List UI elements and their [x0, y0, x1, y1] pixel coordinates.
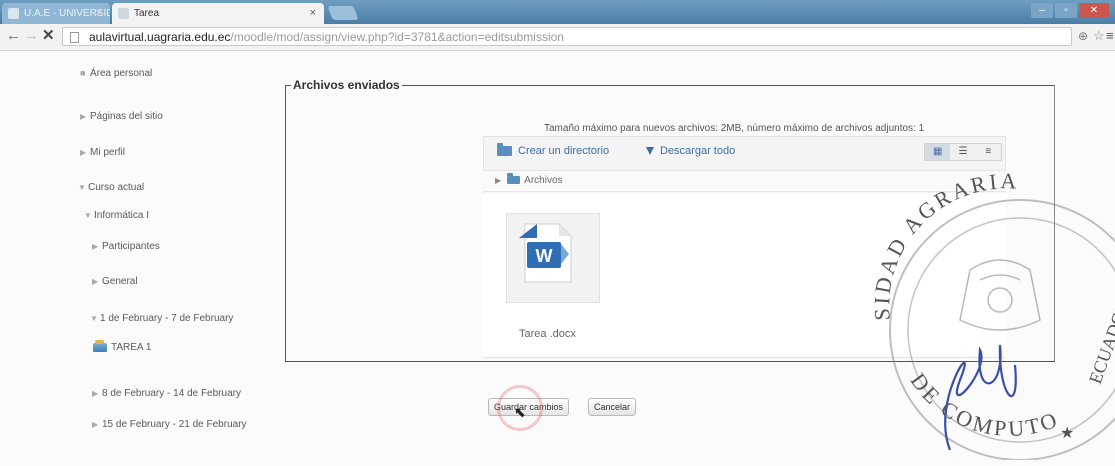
- chevron-right-icon: ▶: [80, 148, 87, 157]
- sidebar-item-label: Área personal: [90, 68, 153, 79]
- sidebar-item-paginas[interactable]: ▶ Páginas del sitio: [80, 111, 163, 122]
- chevron-right-icon: ▶: [80, 112, 87, 121]
- assignment-icon: [93, 339, 107, 352]
- url-host: aulavirtual.uagraria.edu.ec: [89, 30, 231, 44]
- chevron-right-icon: ▶: [92, 420, 99, 429]
- forward-arrow-icon[interactable]: →: [24, 27, 39, 45]
- seal-text-top: SIDAD AGRARIA: [869, 168, 1017, 321]
- file-name-label: Tarea .docx: [519, 328, 576, 340]
- svg-text:DE COMPUTO: DE COMPUTO: [906, 368, 1063, 441]
- sidebar-item-label: General: [102, 276, 138, 287]
- seal-emblem: [959, 259, 1041, 331]
- max-file-info: Tamaño máximo para nuevos archivos: 2MB,…: [544, 123, 925, 134]
- address-bar[interactable]: aulavirtual.uagraria.edu.ec/moodle/mod/a…: [62, 27, 1072, 46]
- sidebar-item-week-1[interactable]: ▼ 1 de February - 7 de February: [90, 313, 233, 324]
- fieldset-legend: Archivos enviados: [291, 78, 402, 92]
- create-folder-button[interactable]: Crear un directorio: [497, 143, 610, 157]
- folder-icon: [497, 143, 512, 157]
- sidebar-item-tarea1[interactable]: TAREA 1: [93, 339, 152, 353]
- window-controls: – ▫ ✕: [1031, 3, 1109, 18]
- download-all-label: Descargar todo: [660, 145, 736, 157]
- svg-text:SIDAD AGRARIA: SIDAD AGRARIA: [869, 168, 1020, 321]
- minimize-icon[interactable]: –: [1031, 3, 1053, 18]
- path-label: Archivos: [524, 175, 563, 186]
- sidebar-item-week-3[interactable]: ▶ 15 de February - 21 de February: [92, 419, 247, 430]
- maximize-icon[interactable]: ▫: [1055, 3, 1077, 18]
- tab-close-icon[interactable]: ×: [96, 3, 102, 24]
- browser-toolbar: ← → ✕ aulavirtual.uagraria.edu.ec/moodle…: [0, 24, 1115, 51]
- seal-text-bottom: DE COMPUTO: [906, 368, 1060, 441]
- page-icon: [70, 32, 79, 43]
- menu-icon[interactable]: ≡: [1106, 28, 1114, 43]
- bullet-icon: ■: [80, 68, 86, 78]
- bookmark-star-icon[interactable]: ☆: [1093, 28, 1105, 44]
- chevron-right-icon: ▶: [92, 389, 99, 398]
- download-icon: [646, 147, 654, 156]
- university-seal-stamp: SIDAD AGRARIA DE COMPUTO ECUADOR ★: [869, 168, 1115, 460]
- stop-icon[interactable]: ✕: [42, 27, 55, 45]
- sidebar-item-label: Informática I: [94, 210, 150, 221]
- chevron-down-icon: ▼: [84, 211, 92, 220]
- close-window-icon[interactable]: ✕: [1079, 3, 1109, 18]
- chevron-right-icon: ▶: [92, 277, 99, 286]
- tab-uae[interactable]: U.A.E - UNIVERSIDAD A ×: [2, 3, 110, 24]
- chevron-right-icon: ▶: [495, 176, 502, 185]
- sidebar-item-label: Participantes: [102, 241, 160, 252]
- sidebar-item-participantes[interactable]: ▶ Participantes: [92, 241, 160, 252]
- sidebar-item-informatica[interactable]: ▼ Informática I: [84, 210, 149, 221]
- chevron-down-icon: ▼: [90, 314, 98, 323]
- sidebar-item-label: Curso actual: [88, 182, 145, 193]
- tab-label: Tarea: [134, 8, 160, 19]
- new-tab-button[interactable]: [327, 6, 359, 20]
- folder-icon: [507, 173, 521, 185]
- browser-tab-strip: U.A.E - UNIVERSIDAD A × Tarea × – ▫ ✕: [0, 0, 1115, 24]
- tab-favicon-icon: [118, 8, 129, 19]
- cancel-button[interactable]: Cancelar: [588, 398, 637, 416]
- sidebar-item-label: TAREA 1: [111, 342, 152, 353]
- sidebar-item-curso-actual[interactable]: ▼ Curso actual: [78, 182, 144, 193]
- sidebar-item-label: Mi perfil: [90, 147, 126, 158]
- svg-text:W: W: [536, 246, 553, 266]
- chevron-right-icon: ▶: [92, 242, 99, 251]
- zoom-icon[interactable]: ⊕: [1078, 29, 1088, 43]
- sidebar-item-area-personal[interactable]: ■ Área personal: [80, 68, 152, 79]
- back-arrow-icon[interactable]: ←: [6, 27, 21, 45]
- seal-star: ★: [1060, 425, 1074, 442]
- sidebar-item-label: 8 de February - 14 de February: [102, 388, 241, 399]
- sidebar-item-week-2[interactable]: ▶ 8 de February - 14 de February: [92, 388, 241, 399]
- sidebar-item-label: Páginas del sitio: [90, 111, 163, 122]
- url-path: /moodle/mod/assign/view.php?id=3781&acti…: [230, 30, 564, 44]
- mouse-cursor-icon: ⬉: [514, 404, 526, 420]
- sidebar-item-label: 1 de February - 7 de February: [100, 313, 234, 324]
- download-all-button[interactable]: Descargar todo: [646, 145, 735, 157]
- tab-close-icon[interactable]: ×: [310, 3, 316, 24]
- sidebar-item-general[interactable]: ▶ General: [92, 276, 138, 287]
- tab-tarea[interactable]: Tarea ×: [112, 3, 324, 24]
- sidebar-item-perfil[interactable]: ▶ Mi perfil: [80, 147, 125, 158]
- sidebar-item-label: 15 de February - 21 de February: [102, 419, 247, 430]
- tab-favicon-icon: [8, 8, 19, 19]
- word-document-icon: W: [519, 223, 572, 283]
- chevron-down-icon: ▼: [78, 183, 86, 192]
- seal-text-side: ECUADOR: [1085, 298, 1115, 387]
- create-folder-label: Crear un directorio: [518, 145, 610, 157]
